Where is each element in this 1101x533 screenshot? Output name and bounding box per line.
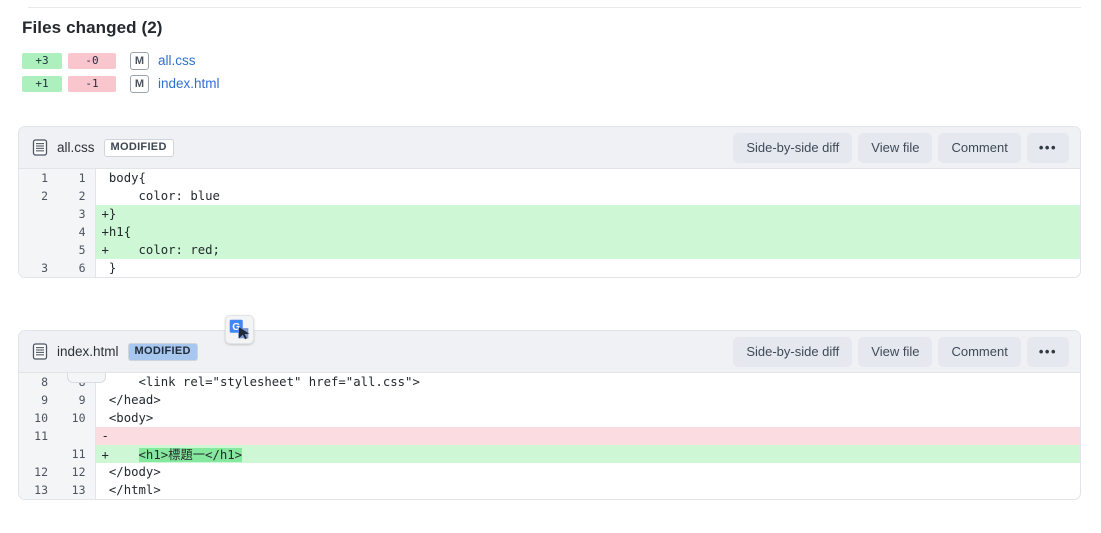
line-number-old: 11 [19,427,57,445]
diff-line-add[interactable]: 11 + <h1>標題一</h1> [19,445,1080,463]
diff-line-ctx[interactable]: 36 } [19,259,1080,277]
file-link-all-css[interactable]: all.css [158,53,196,68]
diff-line-code: body{ [95,169,1080,187]
diff-line-add[interactable]: 4 +h1{ [19,223,1080,241]
additions-badge: +3 [22,52,62,69]
diff-line-ctx[interactable]: 10 10 <body> [19,409,1080,427]
diff-line-del[interactable]: 11 - [19,427,1080,445]
diff-card-index-html: index.html MODIFIED Side-by-side diff Vi… [18,330,1081,500]
status-badge: M [130,51,149,70]
diff-line-add[interactable]: 3 +} [19,205,1080,223]
line-number-old: 12 [19,463,57,481]
line-number-new: 13 [57,481,96,499]
diff-line-ctx[interactable]: 11 body{ [19,169,1080,187]
line-number-new [57,427,96,445]
file-document-icon [32,139,48,156]
diff-line-code: +h1{ [95,223,1080,241]
diff-header-actions: Side-by-side diff View file Comment ••• [733,132,1069,163]
google-translate-icon[interactable]: G [225,315,254,344]
diff-card-header: index.html MODIFIED Side-by-side diff Vi… [19,331,1080,373]
diff-status-badge: MODIFIED [103,138,174,157]
expand-hunk-button[interactable]: ••• [67,373,107,383]
line-number-old [19,223,57,241]
diff-line-ctx[interactable]: 88 <link rel="stylesheet" href="all.css"… [19,373,1080,391]
line-number-old: 10 [19,409,57,427]
diff-card-header: all.css MODIFIED Side-by-side diff View … [19,127,1080,169]
diff-line-code: } [95,259,1080,277]
line-number-new: 3 [57,205,96,223]
diff-file-name: all.css [57,140,95,155]
diff-line-code: </html> [95,481,1080,499]
line-number-old: 8 [19,373,57,391]
list-item[interactable]: +1 -1 M index.html [22,73,220,94]
line-number-old: 13 [19,481,57,499]
line-number-new: 1 [57,169,96,187]
line-number-new: 11 [57,445,96,463]
deletions-badge: -0 [68,52,116,69]
diff-file-name: index.html [57,344,119,359]
changed-files-summary: +3 -0 M all.css +1 -1 M index.html [22,50,220,96]
diff-line-code: +} [95,205,1080,223]
diff-line-code: <body> [95,409,1080,427]
diff-line-code: - [95,427,1080,445]
file-link-index-html[interactable]: index.html [158,76,220,91]
diff-line-ctx[interactable]: 22 color: blue [19,187,1080,205]
line-number-old: 9 [19,391,57,409]
line-number-new: 10 [57,409,96,427]
status-badge: M [130,74,149,93]
diff-line-ctx[interactable]: 13 13 </html> [19,481,1080,499]
diff-table: 88 <link rel="stylesheet" href="all.css"… [19,373,1080,499]
page-title: Files changed (2) [22,18,163,37]
more-options-button[interactable]: ••• [1026,336,1069,367]
line-number-new: 5 [57,241,96,259]
line-number-new: 4 [57,223,96,241]
google-translate-glyph: G [229,319,250,340]
file-document-icon [32,343,48,360]
line-number-old [19,205,57,223]
diff-line-ctx[interactable]: 12 12 </body> [19,463,1080,481]
side-by-side-diff-button[interactable]: Side-by-side diff [733,336,853,367]
line-number-old: 3 [19,259,57,277]
line-number-old [19,241,57,259]
diff-line-code: color: blue [95,187,1080,205]
diff-table: 11 body{2 2 color: blue 3 +} 4 +h1{5 + color: … [19,169,1080,277]
line-number-old [19,445,57,463]
deletions-badge: -1 [68,75,116,92]
diff-body: 11 body{2 2 color: blue 3 +} 4 +h1{5 + color: … [19,169,1080,277]
line-number-new: 6 [57,259,96,277]
line-number-old: 1 [19,169,57,187]
view-file-button[interactable]: View file [858,132,933,163]
diff-line-ctx[interactable]: 99 </head> [19,391,1080,409]
diff-line-code: + color: red; [95,241,1080,259]
diff-line-add[interactable]: 5 + color: red; [19,241,1080,259]
diff-line-code: <link rel="stylesheet" href="all.css"> [95,373,1080,391]
diff-card-all-css: all.css MODIFIED Side-by-side diff View … [18,126,1081,278]
more-options-button[interactable]: ••• [1026,132,1069,163]
diff-line-code: </head> [95,391,1080,409]
diff-line-code: + <h1>標題一</h1> [95,445,1080,463]
diff-line-code: </body> [95,463,1080,481]
comment-button[interactable]: Comment [938,132,1021,163]
view-file-button[interactable]: View file [858,336,933,367]
top-divider [28,7,1081,8]
side-by-side-diff-button[interactable]: Side-by-side diff [733,132,853,163]
line-number-old: 2 [19,187,57,205]
diff-header-actions: Side-by-side diff View file Comment ••• [733,336,1069,367]
comment-button[interactable]: Comment [938,336,1021,367]
diff-body: ••• 88 <link rel="stylesheet" href="all.… [19,373,1080,499]
list-item[interactable]: +3 -0 M all.css [22,50,220,71]
files-changed-page: Files changed (2) +3 -0 M all.css +1 -1 … [0,0,1101,533]
line-number-new: 2 [57,187,96,205]
diff-status-badge: MODIFIED [127,342,198,361]
line-number-new: 9 [57,391,96,409]
additions-badge: +1 [22,75,62,92]
line-number-new: 12 [57,463,96,481]
